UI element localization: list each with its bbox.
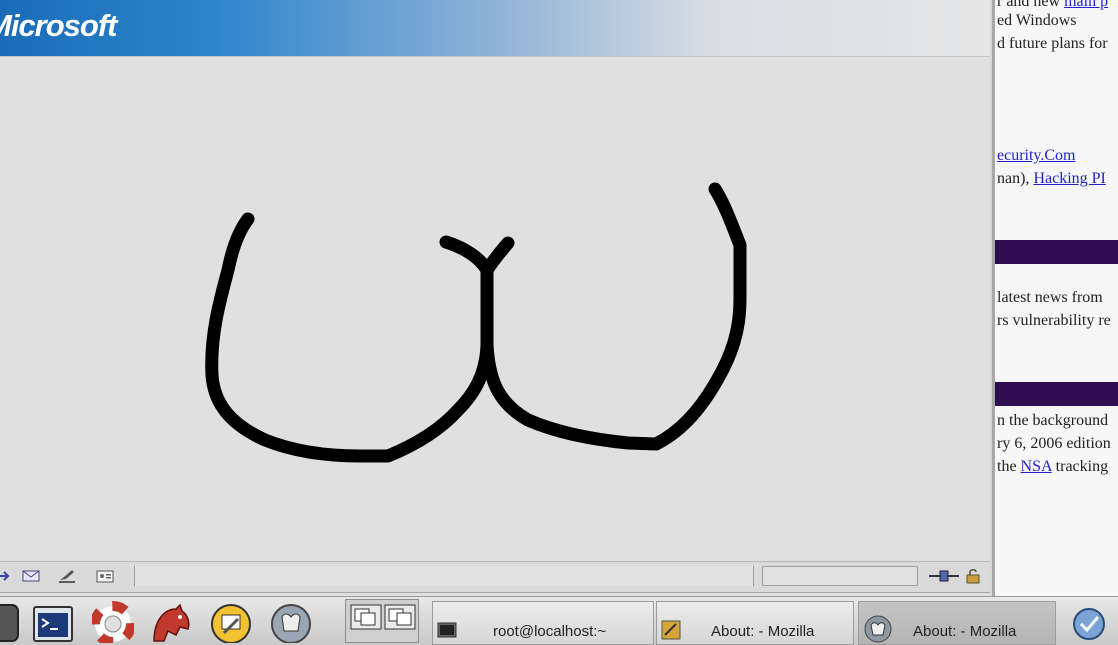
- page-text-line: latest news from: [997, 289, 1103, 306]
- mozilla-launcher-icon[interactable]: [150, 601, 192, 643]
- task-mozilla-2[interactable]: About: - Mozilla: [858, 601, 1056, 645]
- online-connection-icon[interactable]: [928, 568, 960, 584]
- workspace-switcher[interactable]: [345, 599, 419, 643]
- workspace-2[interactable]: [384, 604, 416, 630]
- task-mozilla-1[interactable]: About: - Mozilla: [656, 601, 854, 645]
- background-browser-page: r and new main p ed Windows d future pla…: [992, 0, 1118, 596]
- taskbar: root@localhost:~ About: - Mozilla About:…: [0, 596, 1118, 645]
- page-text-line: ed Windows: [997, 12, 1077, 29]
- main-menu-icon[interactable]: [0, 601, 20, 643]
- navigator-icon[interactable]: [0, 568, 14, 584]
- task-terminal[interactable]: root@localhost:~: [432, 601, 654, 645]
- microsoft-logo: Microsoft: [0, 8, 117, 43]
- status-text-field: [134, 566, 754, 586]
- hacking-link[interactable]: Hacking PI: [1033, 170, 1105, 187]
- mail-icon[interactable]: [22, 568, 40, 584]
- page-text-line: d future plans for: [997, 35, 1108, 52]
- terminal-launcher-icon[interactable]: [32, 601, 74, 643]
- gnu-icon: [864, 615, 892, 643]
- update-checkmark-icon[interactable]: [1072, 607, 1106, 641]
- address-book-icon[interactable]: [96, 568, 114, 584]
- main-page-link[interactable]: main p: [1064, 0, 1108, 10]
- progress-meter: [762, 566, 918, 586]
- main-window: Microsoft: [0, 0, 990, 596]
- page-text-line: n the background: [997, 412, 1109, 429]
- security-lock-icon[interactable]: [964, 568, 982, 584]
- security-com-link[interactable]: ecurity.Com: [997, 147, 1076, 164]
- status-bar: [0, 561, 990, 593]
- hand-drawn-stroke: [205, 182, 747, 463]
- page-text-line: nan), Hacking PI: [997, 170, 1106, 187]
- nsa-link[interactable]: NSA: [1021, 458, 1052, 475]
- gnome-tools-icon[interactable]: [210, 601, 252, 643]
- task-label: root@localhost:~: [493, 623, 607, 640]
- page-text-line: ry 6, 2006 edition: [997, 435, 1111, 452]
- page-text-line: r and new main p: [997, 0, 1108, 11]
- page-text-line: the NSA tracking: [997, 458, 1109, 475]
- terminal-icon: [437, 622, 457, 638]
- section-header-bar: [995, 382, 1118, 406]
- gnu-icon[interactable]: [270, 601, 312, 643]
- page-text-line: rs vulnerability re: [997, 312, 1111, 329]
- drawing-canvas[interactable]: [0, 57, 990, 561]
- task-label: About: - Mozilla: [913, 623, 1017, 640]
- composer-icon[interactable]: [58, 568, 76, 584]
- page-text-line: ecurity.Com: [997, 147, 1076, 165]
- task-label: About: - Mozilla: [711, 623, 815, 640]
- section-header-bar: [995, 240, 1118, 264]
- help-lifebuoy-icon[interactable]: [92, 601, 134, 643]
- workspace-1[interactable]: [350, 604, 382, 630]
- microsoft-banner: Microsoft: [0, 0, 990, 57]
- mozilla-icon: [661, 620, 681, 640]
